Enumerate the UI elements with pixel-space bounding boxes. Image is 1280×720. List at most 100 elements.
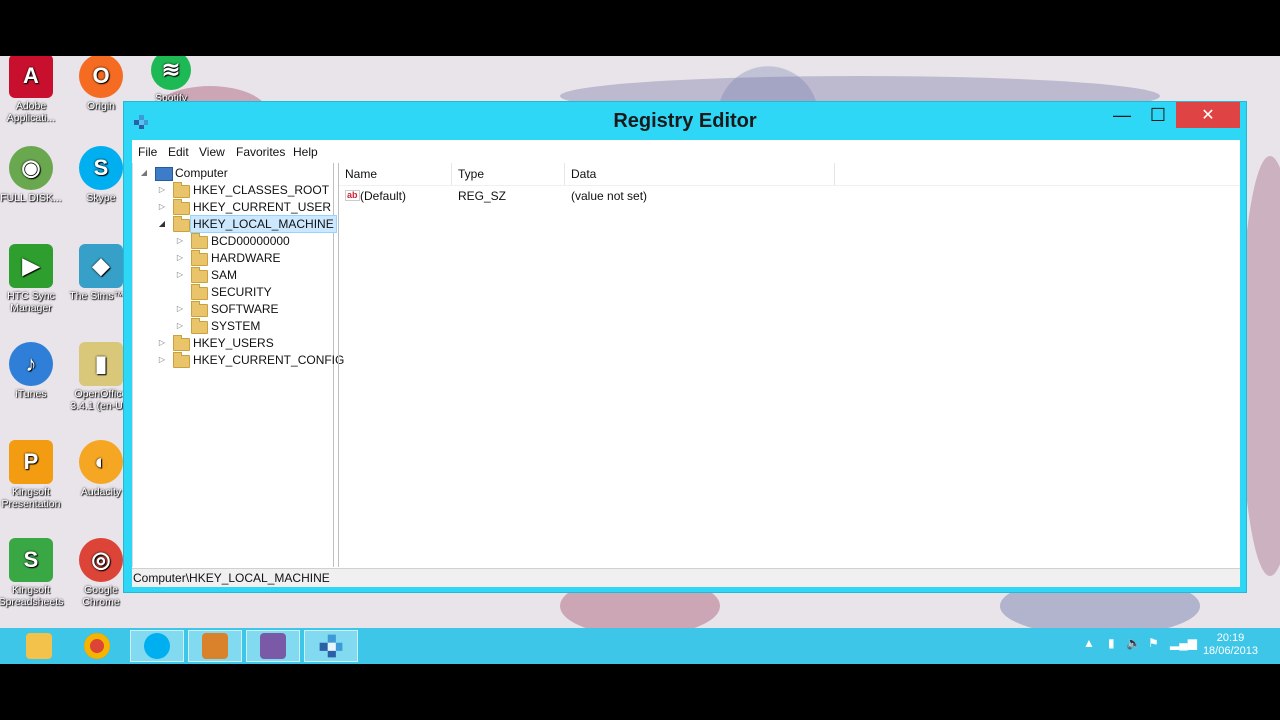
folder-icon [173,199,190,215]
desktop-icon-itunes[interactable]: ♪ iTunes [0,342,66,400]
window-client-area: File Edit View Favorites Help ◢ Computer… [132,140,1240,587]
list-item[interactable]: ab (Default) REG_SZ (value not set) [339,187,1240,205]
maximize-button[interactable]: ☐ [1135,102,1181,128]
expand-arrow-icon[interactable]: ▷ [175,267,185,283]
menu-bar: File Edit View Favorites Help [132,140,1240,162]
desktop: A Adobe Applicati... O Origin ≋ Spotify … [0,56,1280,664]
tree-node-label: SOFTWARE [211,302,279,316]
taskbar-file-explorer[interactable] [12,630,66,662]
folder-icon [191,267,208,283]
value-type: REG_SZ [458,189,507,203]
kingsoft-presentation-icon: P [9,440,53,484]
status-path: Computer\HKEY_LOCAL_MACHINE [133,571,330,585]
tree-node-label: HKEY_USERS [193,336,274,350]
registry-tree[interactable]: ◢ Computer ▷ HKEY_CLASSES_ROOT ▷ HKEY_CU… [132,163,344,567]
folder-icon [173,352,190,368]
network-signal-icon[interactable]: ▂▄▆ [1170,636,1197,650]
tree-node-label: HKEY_CURRENT_CONFIG [193,353,345,367]
expand-arrow-icon[interactable]: ▷ [157,335,167,351]
kingsoft-spreadsheets-icon: S [9,538,53,582]
menu-view[interactable]: View [199,145,225,159]
taskbar-app-5[interactable] [246,630,300,662]
folder-icon [191,250,208,266]
desktop-icon-label: FULL DISK... [0,192,62,204]
app-icon [260,633,286,659]
folder-icon [191,284,208,300]
desktop-icon-spotify[interactable]: ≋ Spotify [136,56,206,104]
menu-file[interactable]: File [138,145,157,159]
tree-node-label: SYSTEM [211,319,261,333]
taskbar-skype[interactable] [130,630,184,662]
title-bar[interactable]: Registry Editor — ☐ ✕ [124,102,1246,140]
battery-icon[interactable]: ▮ [1108,636,1115,650]
folder-icon [173,182,190,198]
chrome-icon [84,633,110,659]
skype-icon: S [79,146,123,190]
expand-arrow-icon[interactable]: ▷ [157,352,167,368]
expand-arrow-icon[interactable]: ▷ [175,233,185,249]
tree-node-label: HKEY_CURRENT_USER [193,200,332,214]
taskbar-app-4[interactable] [188,630,242,662]
tree-node-label: BCD00000000 [211,234,290,248]
menu-edit[interactable]: Edit [168,145,189,159]
tree-node-label: SAM [211,268,238,282]
clock[interactable]: 20:19 18/06/2013 [1203,632,1258,658]
taskbar-chrome[interactable] [70,630,124,662]
tree-node-label: Computer [175,166,228,180]
audacity-icon: ◐ [79,440,123,484]
desktop-icon-label: Kingsoft Spreadsheets [0,584,64,608]
collapse-arrow-icon[interactable]: ◢ [139,165,149,181]
desktop-icon-kingsoft-spreadsheets[interactable]: S Kingsoft Spreadsheets [0,538,66,608]
expand-arrow-icon[interactable]: ▷ [175,318,185,334]
menu-favorites[interactable]: Favorites [236,145,285,159]
itunes-icon: ♪ [9,342,53,386]
column-header-data[interactable]: Data [565,163,835,185]
column-header-name[interactable]: Name [339,163,452,185]
expand-arrow-icon[interactable]: ▷ [175,301,185,317]
values-list[interactable]: Name Type Data ab (Default) REG_SZ (valu… [338,163,1240,567]
origin-icon: O [79,56,123,98]
app-icon [202,633,228,659]
show-hidden-icons-icon[interactable]: ▲ [1083,636,1095,650]
value-data: (value not set) [571,189,648,203]
folder-icon [26,633,52,659]
expand-arrow-icon[interactable]: ▷ [157,199,167,215]
desktop-icon-label: HTC Sync Manager [7,290,55,314]
clock-date: 18/06/2013 [1202,645,1258,657]
volume-icon[interactable]: 🔈 [1126,636,1141,650]
tree-node-label-selected: HKEY_LOCAL_MACHINE [190,215,337,233]
close-button[interactable]: ✕ [1176,102,1240,128]
tree-node-label: SECURITY [211,285,272,299]
sims-icon: ◆ [79,244,123,288]
skype-icon [144,633,170,659]
computer-icon [155,167,173,181]
string-value-icon: ab [345,190,360,201]
column-header-type[interactable]: Type [452,163,565,185]
taskbar: ▲ ▮ 🔈 ⚑ ▂▄▆ 20:19 18/06/2013 [0,628,1280,664]
desktop-icon-adobe[interactable]: A Adobe Applicati... [0,56,66,124]
tree-node-label: HKEY_CLASSES_ROOT [193,183,330,197]
action-center-flag-icon[interactable]: ⚑ [1148,636,1159,650]
desktop-icon-htc-sync[interactable]: ▶ HTC Sync Manager [0,244,66,314]
folder-icon [191,233,208,249]
folder-icon [191,318,208,334]
desktop-icon-kingsoft-presentation[interactable]: P Kingsoft Presentation [0,440,66,510]
desktop-icon-label: iTunes [15,388,47,400]
tree-node-label: HARDWARE [211,251,281,265]
chrome-icon: ◎ [79,538,123,582]
menu-help[interactable]: Help [293,145,318,159]
desktop-icon-label: Adobe Applicati... [6,100,56,124]
window-title: Registry Editor [613,110,757,132]
clock-time: 20:19 [1216,632,1245,644]
desktop-icon-full-disk[interactable]: ◉ FULL DISK... [0,146,66,204]
header-divider [339,185,1240,186]
expand-arrow-icon[interactable]: ▷ [157,182,167,198]
desktop-icon-label: Kingsoft Presentation [1,486,61,510]
value-name: (Default) [360,189,407,203]
taskbar-registry-editor[interactable] [304,630,358,662]
wallpaper-pattern [1240,156,1280,576]
collapse-arrow-icon[interactable]: ◢ [157,216,167,232]
expand-arrow-icon[interactable]: ▷ [175,250,185,266]
folder-icon [173,335,190,351]
disk-icon: ◉ [9,146,53,190]
